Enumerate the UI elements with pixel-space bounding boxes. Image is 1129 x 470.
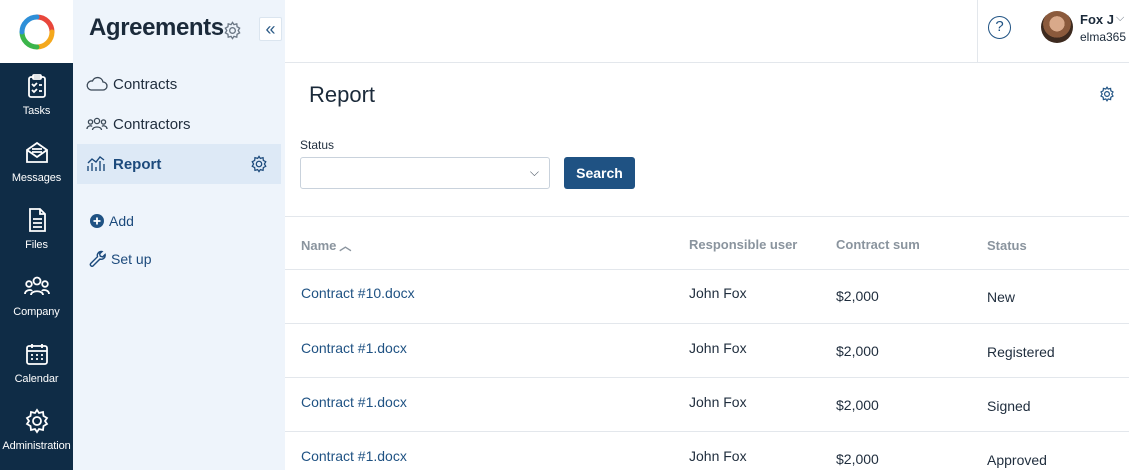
sidebar-item-report[interactable]: Report: [77, 144, 281, 184]
row-responsible-user: John Fox: [689, 448, 747, 464]
row-name-link[interactable]: Contract #10.docx: [301, 285, 415, 301]
row-contract-sum: $2,000: [836, 397, 879, 413]
wrench-icon: [89, 250, 106, 267]
chevron-down-icon: ⌵: [529, 165, 539, 179]
row-contract-sum: $2,000: [836, 451, 879, 467]
table-row[interactable]: Contract #10.docx John Fox $2,000 New: [285, 270, 1129, 324]
column-header-name[interactable]: Name ︿: [301, 237, 351, 254]
row-contract-sum: $2,000: [836, 343, 879, 359]
files-icon: [28, 208, 46, 232]
section-sidebar: Agreements « Contracts Contractors Repor…: [73, 0, 285, 470]
setup-button[interactable]: Set up: [89, 247, 151, 271]
row-name-link[interactable]: Contract #1.docx: [301, 340, 407, 356]
help-button[interactable]: ?: [988, 16, 1011, 39]
add-button[interactable]: Add: [89, 209, 134, 233]
rail-item-administration[interactable]: Administration: [0, 398, 73, 465]
row-name-link[interactable]: Contract #1.docx: [301, 394, 407, 410]
column-header-contract-sum[interactable]: Contract sum: [836, 237, 920, 252]
rail-item-label: Company: [13, 306, 60, 318]
row-responsible-user: John Fox: [689, 340, 747, 356]
table-row[interactable]: Contract #1.docx John Fox $2,000 Approve…: [285, 432, 1129, 470]
table-header: Name ︿ Responsible user Contract sum Stat…: [285, 216, 1129, 270]
row-status: Registered: [987, 344, 1055, 360]
rail-item-company[interactable]: Company: [0, 264, 73, 331]
sidebar-item-label: Report: [113, 155, 162, 173]
main-nav-rail: Tasks Messages Files Company Calendar Ad…: [0, 0, 73, 470]
rail-item-files[interactable]: Files: [0, 197, 73, 264]
status-filter-label: Status: [300, 138, 335, 152]
collapse-sidebar-button[interactable]: «: [259, 17, 282, 41]
rail-item-label: Tasks: [22, 105, 51, 117]
column-header-status[interactable]: Status: [987, 238, 1027, 253]
section-title: Agreements: [89, 14, 224, 41]
column-header-responsible-user[interactable]: Responsible user: [689, 237, 797, 252]
user-name[interactable]: Fox J: [1080, 12, 1114, 27]
rail-item-label: Files: [25, 239, 48, 251]
status-filter-select[interactable]: ⌵: [300, 157, 550, 189]
messages-icon: [25, 141, 48, 163]
search-button[interactable]: Search: [564, 157, 635, 189]
calendar-icon: [25, 344, 48, 365]
row-status: Signed: [987, 398, 1031, 414]
company-icon: [23, 276, 50, 296]
rail-item-messages[interactable]: Messages: [0, 130, 73, 197]
rail-item-label: Administration: [2, 440, 71, 452]
sort-ascending-icon: ︿: [339, 239, 352, 253]
row-status: New: [987, 289, 1016, 305]
avatar[interactable]: [1041, 11, 1073, 43]
report-settings-gear-icon[interactable]: [250, 155, 268, 173]
row-status: Approved: [987, 452, 1047, 468]
gear-icon: [25, 408, 48, 434]
tasks-icon: [27, 74, 46, 98]
app-logo[interactable]: [0, 0, 73, 63]
page-title: Report: [309, 82, 376, 107]
cloud-icon: [86, 76, 108, 91]
question-mark-icon: ?: [995, 18, 1004, 35]
add-label: Add: [109, 213, 134, 229]
sidebar-item-contracts[interactable]: Contracts: [77, 64, 281, 104]
plus-circle-icon: [90, 214, 104, 228]
row-responsible-user: John Fox: [689, 394, 747, 410]
rail-item-tasks[interactable]: Tasks: [0, 63, 73, 130]
rail-item-label: Calendar: [14, 373, 59, 385]
row-name-link[interactable]: Contract #1.docx: [301, 448, 407, 464]
row-contract-sum: $2,000: [836, 288, 879, 304]
table-row[interactable]: Contract #1.docx John Fox $2,000 Signed: [285, 378, 1129, 432]
section-settings-gear-icon[interactable]: [223, 21, 242, 40]
user-org: elma365: [1080, 30, 1127, 44]
sidebar-item-label: Contractors: [113, 115, 191, 133]
sidebar-item-contractors[interactable]: Contractors: [77, 104, 281, 144]
row-responsible-user: John Fox: [689, 285, 747, 301]
logo-icon: [19, 14, 54, 49]
double-chevron-left-icon: «: [265, 18, 276, 39]
setup-label: Set up: [111, 251, 152, 267]
rail-item-label: Messages: [11, 172, 62, 184]
page-settings-gear-icon[interactable]: [1099, 86, 1115, 102]
sidebar-item-label: Contracts: [113, 75, 178, 93]
people-icon: [86, 117, 108, 131]
table-row[interactable]: Contract #1.docx John Fox $2,000 Registe…: [285, 324, 1129, 378]
rail-item-calendar[interactable]: Calendar: [0, 331, 73, 398]
chevron-down-icon[interactable]: ⌵: [1116, 12, 1124, 25]
chart-icon: [87, 156, 105, 171]
